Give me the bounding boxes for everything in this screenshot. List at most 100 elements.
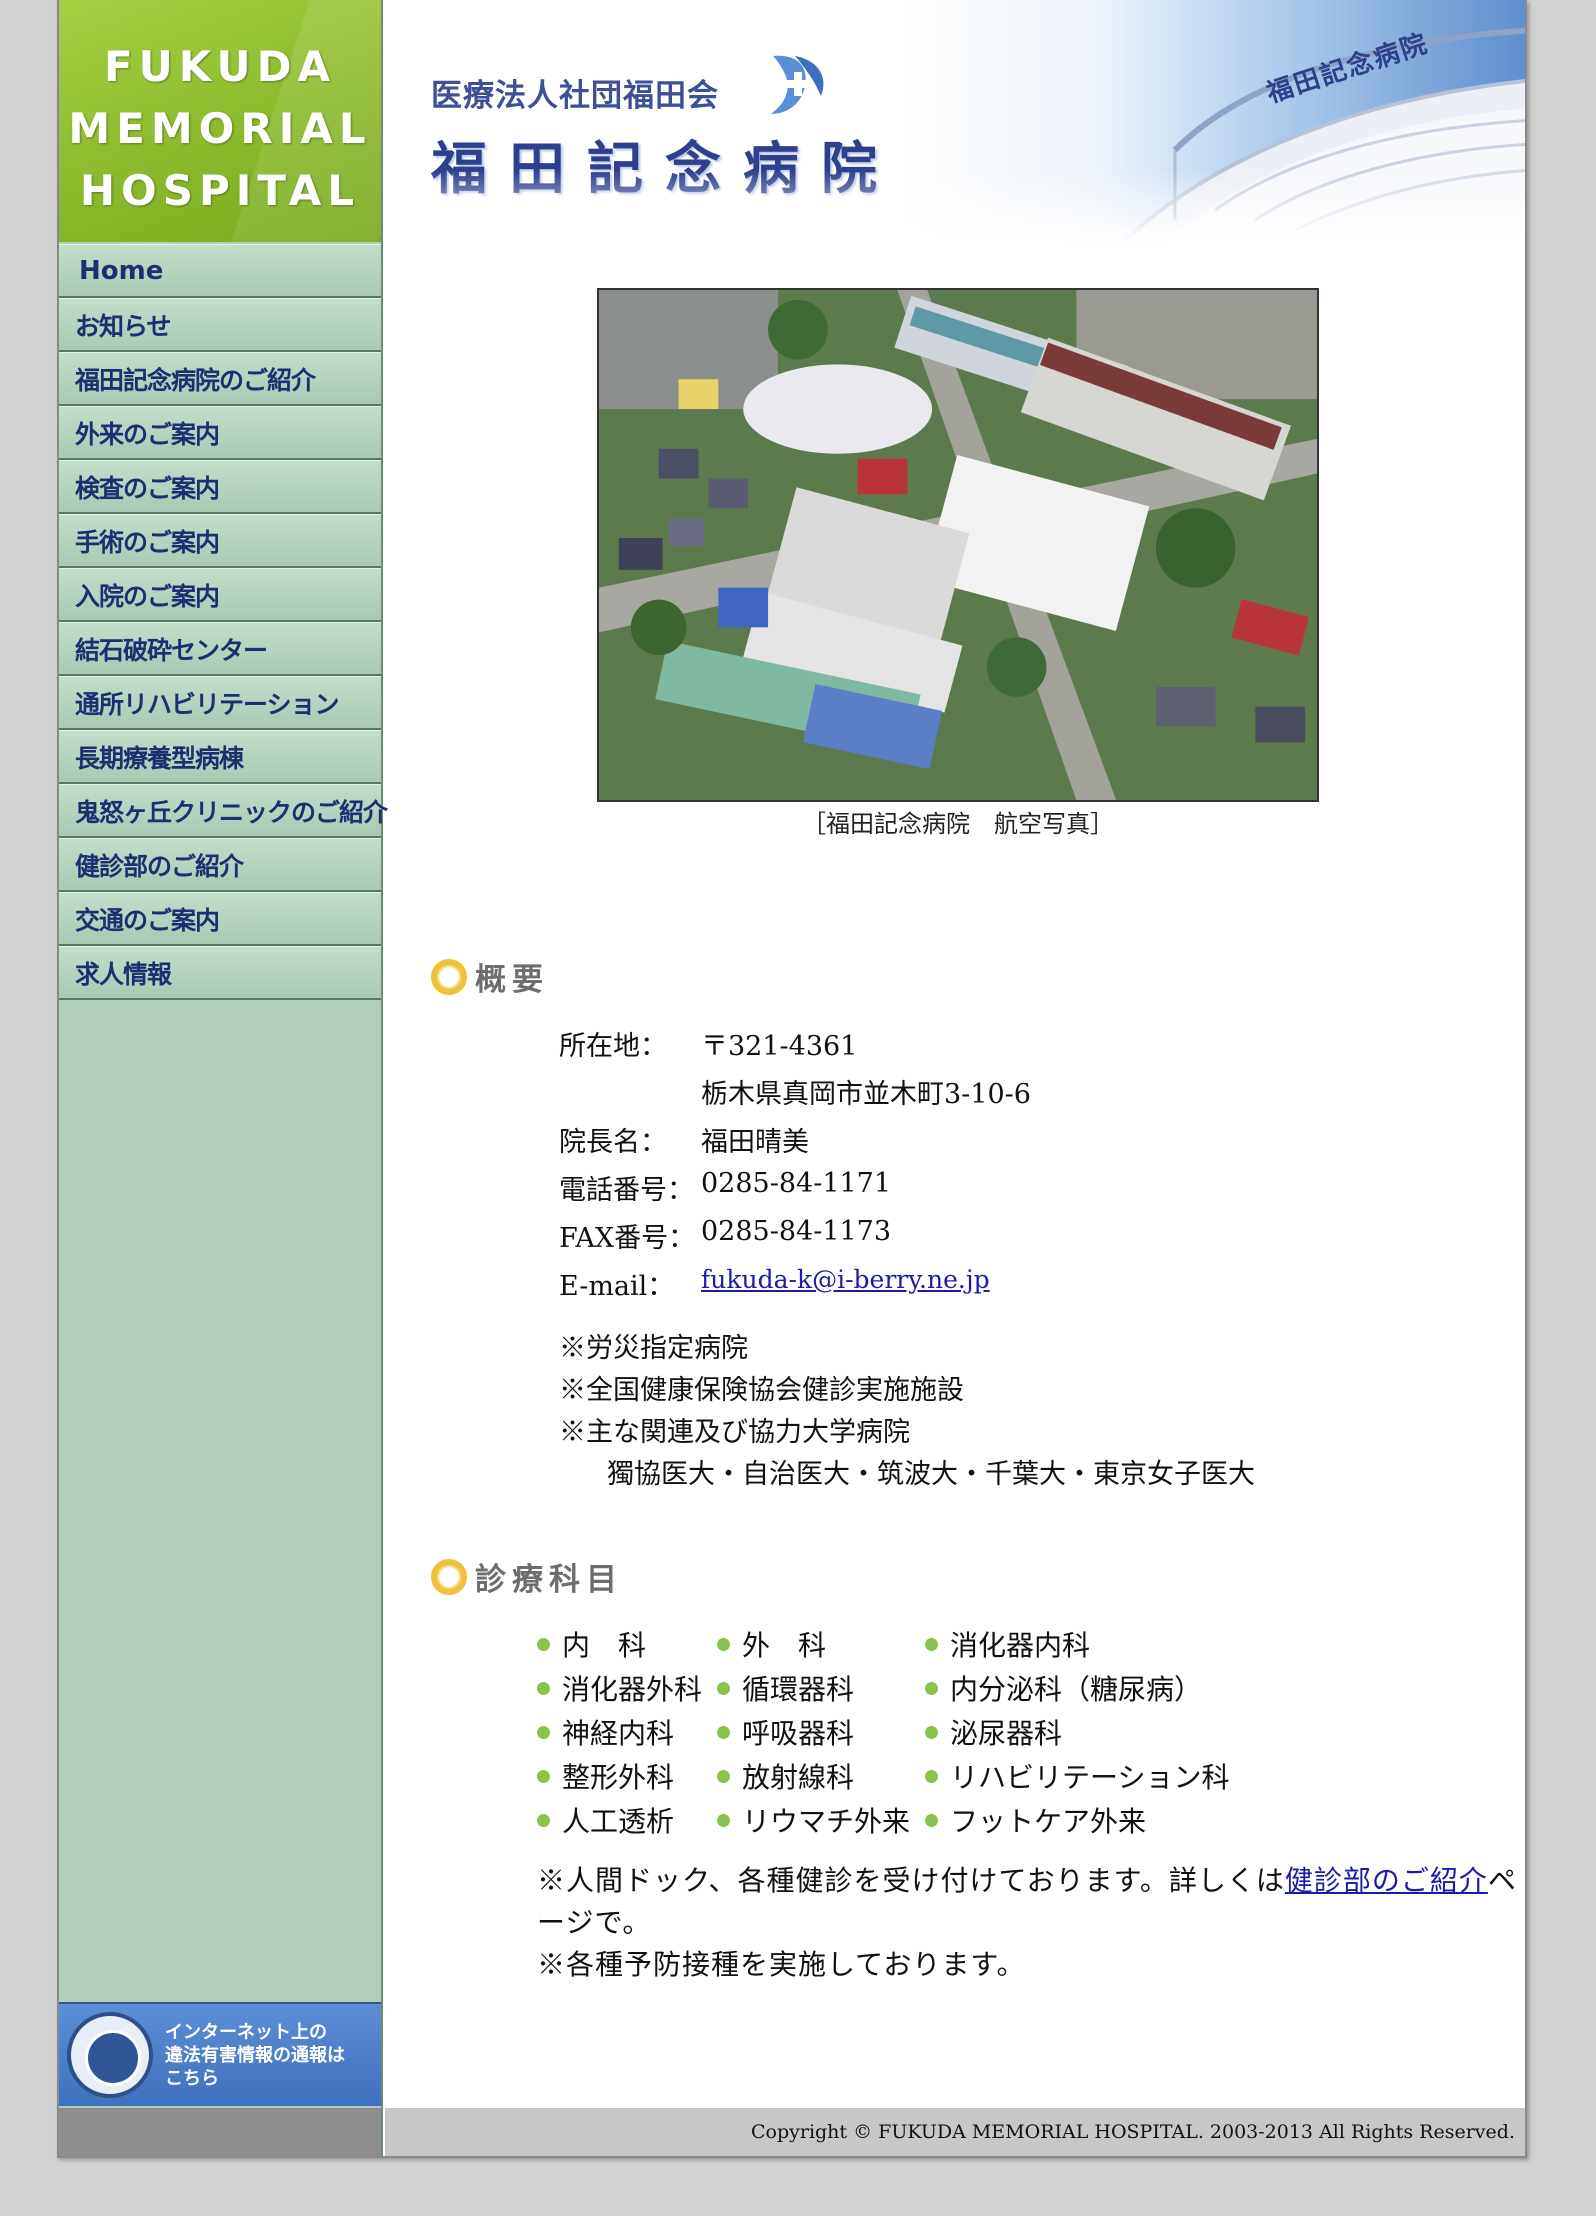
nav-item-label: 結石破砕センター [75,635,268,665]
nav-item-label: 求人情報 [75,959,172,989]
email-link[interactable]: fukuda-k@i-berry.ne.jp [701,1265,990,1294]
bullet-dot-icon [537,1725,550,1739]
footer: Copyright © FUKUDA MEMORIAL HOSPITAL. 20… [385,2108,1525,2156]
note-line: ※全国健康保険協会健診実施施設 [559,1375,964,1406]
photo-caption: ［福田記念病院 航空写真］ [802,810,1114,838]
note-line: ※労災指定病院 [559,1333,748,1364]
ring-bullet-icon [431,1558,467,1595]
bullet-dot-icon [717,1769,730,1783]
department-item: 泌尿器科 [925,1712,1062,1752]
department-label: 呼吸器科 [742,1717,855,1750]
nav-item-recruit[interactable]: 求人情報 [59,946,381,1000]
department-item: 放射線科 [717,1756,854,1796]
nav-item-surgery[interactable]: 手術のご案内 [59,514,381,568]
bullet-dot-icon [717,1725,730,1739]
department-label: フットケア外来 [950,1805,1147,1838]
bullet-dot-icon [925,1769,938,1783]
note-line-universities: 獨協医大・自治医大・筑波大・千葉大・東京女子医大 [607,1459,1255,1490]
nav-item-label: 手術のご案内 [75,527,220,557]
nav-item-news[interactable]: お知らせ [59,298,381,352]
sidebar: FUKUDA MEMORIAL HOSPITAL Home お知らせ 福田記念病… [59,0,388,2156]
department-label: 人工透析 [562,1805,675,1838]
bullet-dot-icon [537,1637,550,1651]
department-item: 循環器科 [717,1668,854,1708]
bullet-dot-icon [717,1681,730,1695]
hotline-banner[interactable]: インターネット上の 違法有害情報の通報は こちら [59,2002,381,2106]
overview-label: E-mail： [559,1271,675,1302]
nav-item-label: 入院のご案内 [75,581,220,611]
hotline-seal-icon [67,2012,153,2098]
department-item: リウマチ外来 [717,1800,910,1840]
nav-item-label: 通所リハビリテーション [75,689,340,719]
department-item: 神経内科 [537,1712,674,1752]
nav-item-examination[interactable]: 検査のご案内 [59,460,381,514]
overview-notes: ※労災指定病院 ※全国健康保険協会健診実施施設 ※主な関連及び協力大学病院 獨協… [559,1328,1255,1496]
nav-item-admission[interactable]: 入院のご案内 [59,568,381,622]
overview-value: 〒321-4361 [701,1031,858,1062]
department-item: 内分泌科（糖尿病） [925,1668,1202,1708]
department-item: リハビリテーション科 [925,1756,1229,1796]
nav-item-health-checkup[interactable]: 健診部のご紹介 [59,838,381,892]
overview-value: 栃木県真岡市並木町3-10-6 [701,1079,1031,1110]
overview-heading: 概要 [431,954,549,999]
copyright-text: Copyright © FUKUDA MEMORIAL HOSPITAL. 20… [750,2121,1515,2143]
bullet-dot-icon [925,1637,938,1651]
nav-item-label: 福田記念病院のご紹介 [75,365,316,395]
checkup-note: ※人間ドック、各種健診を受け付けております。詳しくは健診部のご紹介ページで。 [537,1864,1517,1939]
nav-item-label: 交通のご案内 [75,905,220,935]
department-label: 外 科 [742,1629,827,1662]
department-label: リウマチ外来 [742,1805,911,1838]
department-item: 消化器内科 [925,1624,1090,1664]
nav-item-label: Home [79,255,164,286]
nav-item-label: 検査のご案内 [75,473,220,503]
overview-value: 福田晴美 [701,1127,809,1158]
nav-item-access[interactable]: 交通のご案内 [59,892,381,946]
aerial-photo [597,288,1319,802]
nav-item-label: 健診部のご紹介 [75,851,244,881]
hotline-text: インターネット上の 違法有害情報の通報は こちら [165,2021,345,2089]
health-checkup-link[interactable]: 健診部のご紹介 [1285,1864,1488,1897]
department-label: 内分泌科（糖尿病） [950,1673,1203,1706]
departments-heading: 診療科目 [431,1554,623,1599]
department-item: 呼吸器科 [717,1712,854,1752]
overview-value: 0285-84-1171 [701,1168,892,1199]
site-logo[interactable]: FUKUDA MEMORIAL HOSPITAL [59,0,381,242]
department-item: 外 科 [717,1624,826,1664]
department-label: リハビリテーション科 [950,1761,1230,1794]
department-label: 内 科 [562,1629,647,1662]
nav-item-home[interactable]: Home [59,244,381,298]
nav-item-kinugaoka-clinic[interactable]: 鬼怒ヶ丘クリニックのご紹介 [59,784,388,838]
department-label: 泌尿器科 [950,1717,1063,1750]
overview-value: 0285-84-1173 [701,1216,892,1247]
header-banner: 医療法人社団福田会 福田記念病院 福田記念病院 [385,0,1525,244]
bullet-dot-icon [537,1769,550,1783]
overview-label: FAX番号： [559,1223,696,1254]
department-item: フットケア外来 [925,1800,1146,1840]
department-label: 神経内科 [562,1717,675,1750]
departments-heading-text: 診療科目 [475,1562,623,1598]
overview-heading-text: 概要 [475,962,549,998]
bullet-dot-icon [925,1725,938,1739]
department-label: 消化器外科 [562,1673,703,1706]
nav-item-hospital-intro[interactable]: 福田記念病院のご紹介 [59,352,381,406]
department-item: 人工透析 [537,1800,674,1840]
nav-item-outpatient[interactable]: 外来のご案内 [59,406,381,460]
nav-item-day-rehab[interactable]: 通所リハビリテーション [59,676,381,730]
nav-item-label: お知らせ [75,311,172,341]
nav-item-label: 長期療養型病棟 [75,743,244,773]
note-line: ※主な関連及び協力大学病院 [559,1417,910,1448]
bullet-dot-icon [537,1813,550,1827]
vaccination-note: ※各種予防接種を実施しております。 [537,1948,1026,1981]
nav-item-lithotripsy[interactable]: 結石破砕センター [59,622,381,676]
bullet-dot-icon [717,1813,730,1827]
department-item: 内 科 [537,1624,646,1664]
bullet-dot-icon [925,1681,938,1695]
nav-item-long-term-ward[interactable]: 長期療養型病棟 [59,730,381,784]
department-label: 整形外科 [562,1761,675,1794]
departments-notes: ※人間ドック、各種健診を受け付けております。詳しくは健診部のご紹介ページで。 ※… [537,1860,1517,1986]
hospital-emblem-icon [771,55,824,114]
nav-item-label: 鬼怒ヶ丘クリニックのご紹介 [75,797,388,827]
bullet-dot-icon [717,1637,730,1651]
overview-label: 電話番号： [559,1175,694,1206]
sidebar-nav: Home お知らせ 福田記念病院のご紹介 外来のご案内 検査のご案内 手術のご案… [59,244,388,1000]
